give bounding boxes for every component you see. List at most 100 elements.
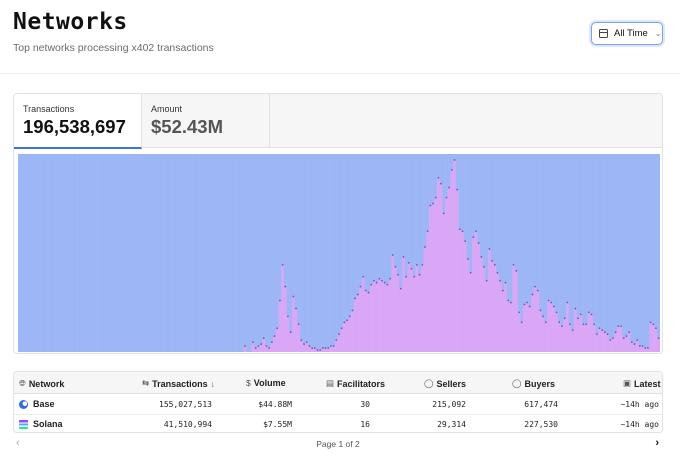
chart-bar-segment[interactable] xyxy=(450,154,454,170)
chart-bar-segment[interactable] xyxy=(512,264,516,352)
chart-bar-segment[interactable] xyxy=(265,154,269,347)
chart-bar-segment[interactable] xyxy=(356,294,360,352)
chart-bar-segment[interactable] xyxy=(318,154,322,351)
chart-bar-segment[interactable] xyxy=(533,154,537,287)
chart-bar-segment[interactable] xyxy=(501,290,505,352)
chart-bar-segment[interactable] xyxy=(657,154,660,339)
chart-bar-segment[interactable] xyxy=(649,154,653,323)
chart-bar-segment[interactable] xyxy=(380,280,384,352)
chart-bar-segment[interactable] xyxy=(71,154,75,352)
chart-bar-segment[interactable] xyxy=(348,316,352,352)
column-sellers[interactable]: ◯ Sellers xyxy=(424,378,466,389)
chart-bar-segment[interactable] xyxy=(82,154,86,352)
chart-bar-segment[interactable] xyxy=(259,154,263,345)
chart-bar-segment[interactable] xyxy=(477,154,481,244)
chart-bar-segment[interactable] xyxy=(587,154,591,313)
chart-bar-segment[interactable] xyxy=(412,154,416,277)
chart-bar-segment[interactable] xyxy=(353,298,357,352)
chart-bar-segment[interactable] xyxy=(332,346,336,352)
chart-bar-segment[interactable] xyxy=(614,154,618,333)
chart-bar-segment[interactable] xyxy=(359,154,363,287)
chart-bar-segment[interactable] xyxy=(428,154,432,206)
chart-bar-segment[interactable] xyxy=(112,154,116,352)
chart-bar-segment[interactable] xyxy=(576,318,580,352)
chart-bar-segment[interactable] xyxy=(423,154,427,248)
chart-bar-segment[interactable] xyxy=(528,154,532,307)
chart-bar-segment[interactable] xyxy=(651,154,655,325)
chart-bar-segment[interactable] xyxy=(275,154,279,329)
chart-bar-segment[interactable] xyxy=(496,272,500,352)
chart-bar-segment[interactable] xyxy=(77,154,81,352)
chart-bar-segment[interactable] xyxy=(641,154,645,347)
chart-bar-segment[interactable] xyxy=(595,154,599,335)
chart-bar-segment[interactable] xyxy=(426,231,430,352)
chart-bar-segment[interactable] xyxy=(31,154,35,352)
chart-bar-segment[interactable] xyxy=(273,154,277,337)
chart-bar-segment[interactable] xyxy=(50,154,54,352)
chart-bar-segment[interactable] xyxy=(367,292,371,352)
chart-bar-segment[interactable] xyxy=(334,154,338,341)
chart-bar-segment[interactable] xyxy=(157,154,161,352)
chart-bar-segment[interactable] xyxy=(520,154,524,323)
chart-bar-segment[interactable] xyxy=(230,154,234,352)
chart-bar-segment[interactable] xyxy=(560,326,564,352)
chart-bar-segment[interactable] xyxy=(388,154,392,279)
chart-bar-segment[interactable] xyxy=(469,154,473,273)
chart-bar-segment[interactable] xyxy=(523,304,526,352)
chart-bar-segment[interactable] xyxy=(458,229,462,352)
chart-bar-segment[interactable] xyxy=(251,154,255,343)
chart-bar-segment[interactable] xyxy=(410,268,414,352)
chart-bar-segment[interactable] xyxy=(324,154,328,349)
chart-bar-segment[interactable] xyxy=(28,154,32,352)
chart-bar-segment[interactable] xyxy=(176,154,180,352)
chart-bar-segment[interactable] xyxy=(353,154,357,299)
chart-bar-segment[interactable] xyxy=(200,154,204,352)
chart-bar-segment[interactable] xyxy=(39,154,43,352)
chart-bar-segment[interactable] xyxy=(26,154,30,352)
chart-bar-segment[interactable] xyxy=(23,154,27,352)
chart-bar-segment[interactable] xyxy=(286,154,290,317)
chart-bar-segment[interactable] xyxy=(52,154,56,352)
chart-bar-segment[interactable] xyxy=(367,154,371,293)
chart-bar-segment[interactable] xyxy=(117,154,121,352)
chart-bar-segment[interactable] xyxy=(587,312,591,352)
chart-bar-segment[interactable] xyxy=(531,154,535,295)
chart-bar-segment[interactable] xyxy=(18,154,21,352)
chart-bar-segment[interactable] xyxy=(300,340,304,352)
chart-bar-segment[interactable] xyxy=(410,154,414,269)
chart-bar-segment[interactable] xyxy=(267,154,271,349)
chart-bar-segment[interactable] xyxy=(386,154,389,285)
chart-bar-segment[interactable] xyxy=(407,262,411,352)
chart-bar-segment[interactable] xyxy=(265,346,269,352)
chart-bar-segment[interactable] xyxy=(283,286,287,352)
chart-bar-segment[interactable] xyxy=(270,154,274,343)
chart-bar-segment[interactable] xyxy=(617,326,621,352)
chart-bar-segment[interactable] xyxy=(120,154,124,352)
chart-bar-segment[interactable] xyxy=(635,340,639,352)
chart-bar-segment[interactable] xyxy=(635,154,639,341)
chart-bar-segment[interactable] xyxy=(525,154,529,303)
chart-bar-segment[interactable] xyxy=(579,154,583,315)
chart-bar-segment[interactable] xyxy=(106,154,110,352)
chart-bar-segment[interactable] xyxy=(291,154,295,297)
chart-bar-segment[interactable] xyxy=(584,154,588,325)
chart-bar-segment[interactable] xyxy=(402,154,406,257)
column-facilitators[interactable]: ▤ Facilitators xyxy=(326,378,385,389)
chart-bar-segment[interactable] xyxy=(560,154,564,327)
chart-bar-segment[interactable] xyxy=(192,154,196,352)
chart-bar-segment[interactable] xyxy=(630,154,634,343)
chart-bar-segment[interactable] xyxy=(600,330,604,352)
chart-bar-segment[interactable] xyxy=(257,154,261,347)
chart-bar-segment[interactable] xyxy=(603,332,607,352)
chart-bar-segment[interactable] xyxy=(316,154,320,351)
chart-bar-segment[interactable] xyxy=(310,154,314,349)
chart-bar-segment[interactable] xyxy=(646,154,650,349)
chart-bar-segment[interactable] xyxy=(482,154,486,267)
chart-bar-segment[interactable] xyxy=(439,154,443,184)
chart-bar-segment[interactable] xyxy=(399,288,403,352)
chart-bar-segment[interactable] xyxy=(240,154,244,352)
chart-bar-segment[interactable] xyxy=(114,154,118,352)
chart-bar-segment[interactable] xyxy=(300,154,304,341)
chart-bar-segment[interactable] xyxy=(313,154,317,349)
chart-bar-segment[interactable] xyxy=(125,154,129,352)
